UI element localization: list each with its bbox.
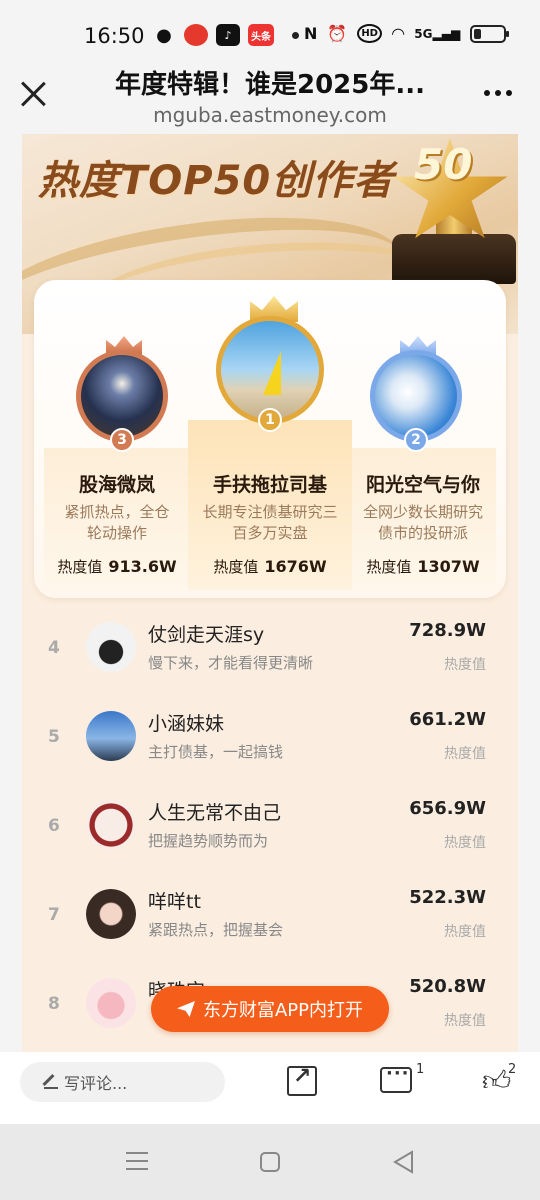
open-in-app-label: 东方财富APP内打开: [202, 1000, 364, 1021]
send-icon: [176, 1001, 195, 1017]
close-icon[interactable]: [18, 78, 48, 108]
heat-value: 520.8W: [409, 976, 486, 997]
page-url: mguba.eastmoney.com: [153, 103, 387, 127]
pen-icon: [44, 1075, 58, 1089]
comment-input[interactable]: 写评论...: [20, 1062, 225, 1102]
wechat-icon: ●: [156, 24, 172, 46]
heat-label: 热度值: [444, 924, 486, 940]
back-icon[interactable]: [392, 1150, 416, 1174]
heat-label: 热度值: [444, 657, 486, 673]
status-app-icons: ● ♪ 头条: [152, 24, 299, 46]
battery-icon: [470, 24, 510, 43]
podium-desc: 全网少数长期研究债市的投研派: [362, 503, 483, 542]
page-title: 年度特辑！谁是2025年...: [115, 70, 425, 100]
creator-desc: 把握趋势顺势而为: [148, 832, 269, 850]
like-count: 2: [508, 1062, 517, 1077]
rank-badge: 1: [258, 408, 282, 432]
creator-desc: 紧跟热点，把握基会: [148, 921, 284, 939]
list-item[interactable]: 5 小涵妹妹 主打债基，一起搞钱 661.2W 热度值: [34, 693, 506, 782]
hd-icon: HD: [357, 24, 382, 43]
ranking-page: 热度TOP50创作者 50 3 股海微岚 紧抓热点，全仓轮动操作 热度值 913.…: [22, 134, 518, 1052]
heat-label: 热度值: [444, 746, 486, 762]
rank-number: 4: [48, 638, 60, 658]
battery-fill: [474, 28, 482, 39]
list-item[interactable]: 4 仗剑走天涯sy 慢下来，才能看得更清晰 728.9W 热度值: [34, 604, 506, 693]
heat-label: 热度值: [444, 1013, 486, 1029]
app-icon: [184, 24, 208, 46]
comment-placeholder: 写评论...: [64, 1074, 128, 1093]
avatar: [86, 622, 136, 672]
rank-list: 4 仗剑走天涯sy 慢下来，才能看得更清晰 728.9W 热度值 5 小涵妹妹 …: [34, 604, 506, 1049]
open-in-app-button[interactable]: 东方财富APP内打开: [151, 986, 389, 1032]
banner-title: 热度TOP50创作者: [38, 158, 395, 204]
status-system-icons: N ⏰ HD ◠ 5G▂▄▆: [304, 24, 510, 43]
signal-icon: 5G▂▄▆: [414, 26, 461, 41]
heat-value: 522.3W: [409, 887, 486, 908]
status-time: 16:50: [84, 24, 145, 48]
podium-name: 阳光空气与你: [365, 474, 480, 496]
creator-name: 人生无常不由己: [148, 802, 282, 824]
list-item[interactable]: 7 咩咩tt 紧跟热点，把握基会 522.3W 热度值: [34, 871, 506, 960]
creator-name: 仗剑走天涯sy: [148, 624, 265, 646]
rank-badge: 3: [110, 428, 134, 452]
list-item[interactable]: 6 人生无常不由己 把握趋势顺势而为 656.9W 热度值: [34, 782, 506, 871]
rank-number: 6: [48, 816, 60, 836]
avatar: [86, 800, 136, 850]
sailboat-shape: [263, 351, 281, 395]
podium-heat: 热度值 1676W: [213, 557, 327, 576]
comment-icon[interactable]: [380, 1063, 412, 1093]
heat-value: 728.9W: [409, 620, 486, 641]
nfc-icon: N: [304, 24, 318, 43]
creator-desc: 慢下来，才能看得更清晰: [148, 654, 314, 672]
heat-value: 656.9W: [409, 798, 486, 819]
comment-count: 1: [416, 1062, 425, 1077]
more-options-icon[interactable]: [484, 90, 512, 96]
bottom-action-bar: 写评论... 1 👍︎ 2: [0, 1052, 540, 1124]
creator-desc: 主打债基，一起搞钱: [148, 743, 284, 761]
notification-dot-icon: [292, 31, 299, 39]
heat-label: 热度值: [444, 835, 486, 851]
heat-value: 661.2W: [409, 709, 486, 730]
browser-title-bar: 年度特辑！谁是2025年... mguba.eastmoney.com: [0, 56, 540, 134]
share-icon[interactable]: [287, 1064, 317, 1096]
tiktok-icon: ♪: [216, 24, 240, 46]
podium-name: 手扶拖拉司基: [212, 474, 327, 496]
podium-desc: 紧抓热点，全仓轮动操作: [64, 503, 170, 542]
toutiao-icon: 头条: [248, 24, 274, 46]
creator-name: 小涵妹妹: [148, 713, 225, 735]
creator-name: 咩咩tt: [148, 891, 201, 913]
alarm-icon: ⏰: [327, 24, 348, 43]
trophy-base: [392, 234, 516, 284]
avatar: [86, 889, 136, 939]
avatar: [86, 978, 136, 1028]
rank-number: 8: [48, 994, 60, 1014]
podium-card: 3 股海微岚 紧抓热点，全仓轮动操作 热度值 913.6W 1 手扶拖拉司基 长期…: [34, 280, 506, 598]
avatar: [86, 711, 136, 761]
rank-number: 5: [48, 727, 60, 747]
podium-heat: 热度值 1307W: [366, 557, 480, 576]
rank-number: 7: [48, 905, 60, 925]
menu-icon[interactable]: [126, 1152, 148, 1170]
podium-name: 股海微岚: [78, 474, 155, 496]
system-nav-bar: [0, 1124, 540, 1200]
trophy-number: 50: [414, 140, 473, 189]
wifi-icon: ◠: [391, 24, 405, 43]
podium-desc: 长期专注债基研究三百多万实盘: [202, 503, 338, 542]
podium-heat: 热度值 913.6W: [57, 557, 177, 576]
web-content[interactable]: 热度TOP50创作者 50 3 股海微岚 紧抓热点，全仓轮动操作 热度值 913.…: [0, 134, 540, 1052]
home-icon[interactable]: [260, 1152, 280, 1172]
rank-badge: 2: [404, 428, 428, 452]
